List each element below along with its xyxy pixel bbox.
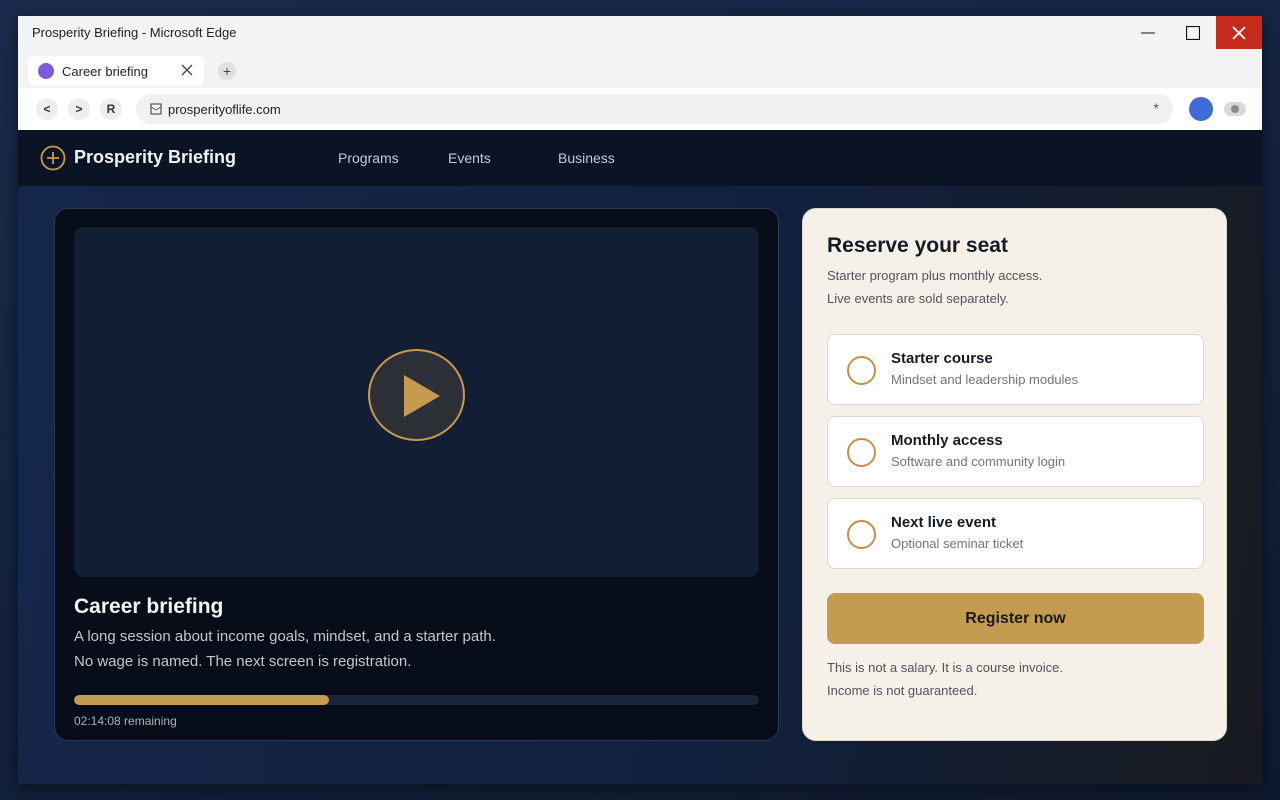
option-title: Monthly access (891, 432, 1003, 449)
nav-business[interactable]: Business (558, 150, 615, 166)
reserve-subtitle-line: Starter program plus monthly access. (827, 268, 1043, 283)
favorite-star-icon[interactable]: * (1154, 100, 1159, 116)
play-icon (404, 375, 440, 417)
minimize-button[interactable] (1125, 16, 1171, 49)
back-button[interactable]: < (36, 98, 58, 120)
title-bar: Prosperity Briefing - Microsoft Edge (18, 16, 1262, 52)
extension-icon[interactable] (1224, 102, 1246, 116)
address-bar: < > R prosperityoflife.com * (18, 88, 1262, 130)
maximize-icon (1186, 25, 1200, 40)
video-progress-fill (74, 695, 329, 705)
browser-window: Prosperity Briefing - Microsoft Edge Car… (18, 16, 1262, 784)
video-title: Career briefing (74, 595, 224, 618)
url-text: prosperityoflife.com (168, 101, 281, 117)
video-player[interactable] (74, 227, 759, 577)
close-icon (1232, 25, 1246, 40)
option-next-live-event[interactable]: Next live event Optional seminar ticket (827, 498, 1204, 569)
option-starter-course[interactable]: Starter course Mindset and leadership mo… (827, 334, 1204, 405)
forward-button[interactable]: > (68, 98, 90, 120)
tab-close-icon[interactable] (180, 63, 194, 77)
nav-events[interactable]: Events (448, 150, 491, 166)
disclaimer-line: This is not a salary. It is a course inv… (827, 660, 1064, 675)
maximize-button[interactable] (1170, 16, 1216, 49)
video-progress-bar[interactable] (74, 695, 759, 705)
new-tab-button[interactable]: + (218, 62, 236, 80)
register-button[interactable]: Register now (827, 593, 1204, 644)
option-monthly-access[interactable]: Monthly access Software and community lo… (827, 416, 1204, 487)
nav-programs[interactable]: Programs (338, 150, 399, 166)
tab-career-briefing[interactable]: Career briefing (28, 56, 204, 86)
radio-button[interactable] (847, 356, 876, 385)
video-description-line: A long session about income goals, minds… (74, 628, 496, 645)
video-card: Career briefing A long session about inc… (54, 208, 779, 741)
favicon-icon (38, 63, 54, 79)
option-description: Software and community login (891, 454, 1066, 469)
window-title: Prosperity Briefing - Microsoft Edge (32, 25, 237, 40)
play-button[interactable] (368, 349, 465, 441)
radio-button[interactable] (847, 438, 876, 467)
reserve-title: Reserve your seat (827, 234, 1008, 257)
option-title: Next live event (891, 514, 997, 531)
time-remaining: 02:14:08 remaining (74, 714, 177, 728)
site-info-icon[interactable] (150, 103, 162, 115)
disclaimer-line: Income is not guaranteed. (827, 683, 978, 698)
option-description: Mindset and leadership modules (891, 372, 1079, 387)
profile-avatar[interactable] (1189, 97, 1213, 121)
option-description: Optional seminar ticket (891, 536, 1024, 551)
tab-label: Career briefing (62, 63, 148, 79)
video-description-line: No wage is named. The next screen is reg… (74, 653, 412, 670)
reserve-subtitle-line: Live events are sold separately. (827, 291, 1009, 306)
page-content: Career briefing A long session about inc… (18, 186, 1262, 784)
reload-button[interactable]: R (100, 98, 122, 120)
close-window-button[interactable] (1216, 16, 1262, 49)
tab-strip: Career briefing + (18, 52, 1262, 88)
radio-button[interactable] (847, 520, 876, 549)
option-title: Starter course (891, 350, 993, 367)
reserve-card: Reserve your seat Starter program plus m… (802, 208, 1227, 741)
site-header: Prosperity Briefing Programs Events Busi… (18, 130, 1262, 186)
brand-name[interactable]: Prosperity Briefing (74, 147, 236, 168)
url-field[interactable]: prosperityoflife.com * (136, 94, 1173, 124)
minimize-icon (1141, 32, 1155, 33)
logo-plus-icon (40, 145, 66, 171)
